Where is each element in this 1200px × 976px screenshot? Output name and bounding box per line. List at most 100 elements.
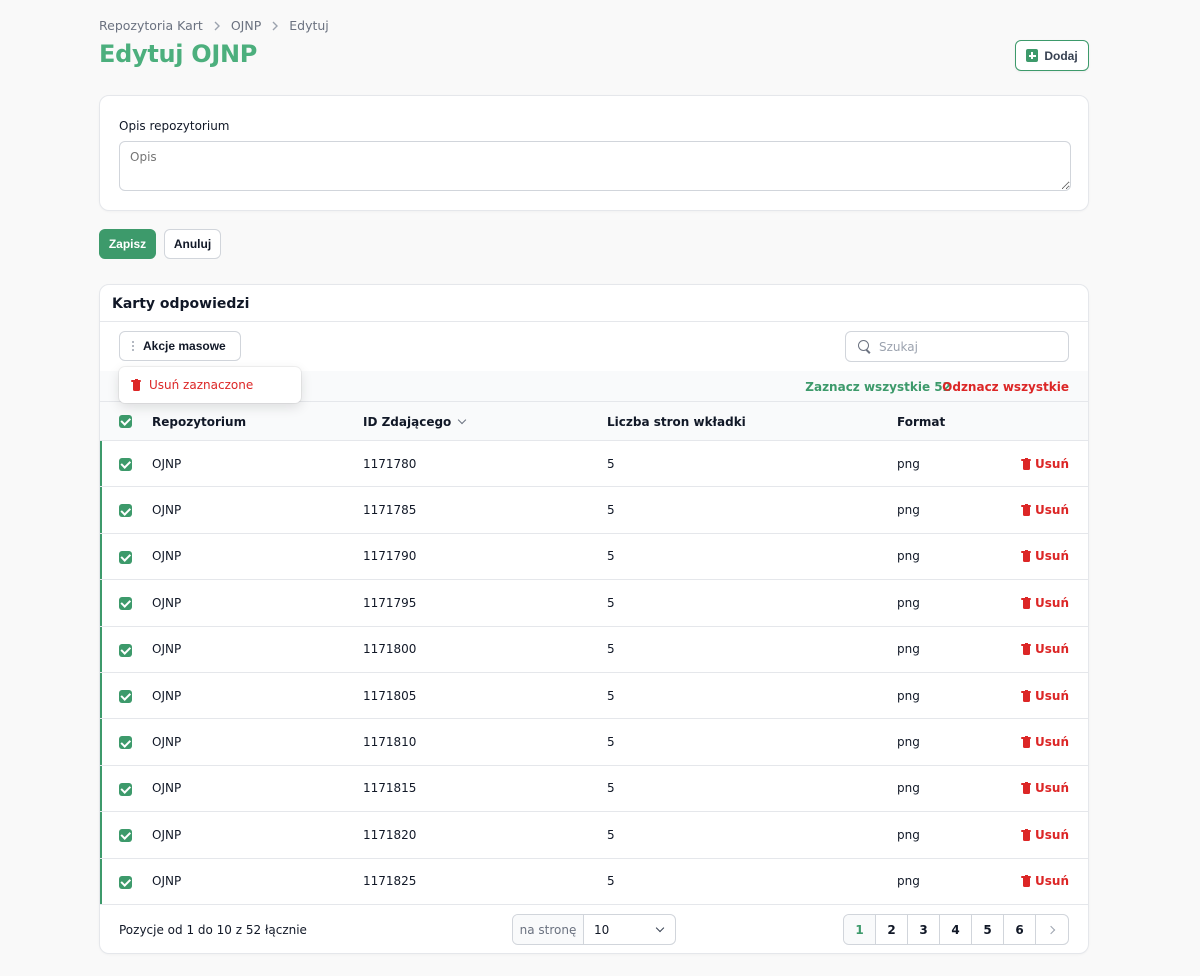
cell-format: png (897, 874, 920, 889)
add-button-label: Dodaj (1044, 48, 1078, 63)
table-row[interactable]: OJNP 1171820 5 png Usuń (100, 812, 1088, 859)
per-page-value[interactable]: 10 (584, 915, 675, 944)
cell-repository: OJNP (152, 642, 182, 657)
bulk-actions-button[interactable]: Akcje masowe (119, 331, 241, 361)
cell-format: png (897, 549, 920, 564)
cell-student-id: 1171790 (363, 549, 417, 564)
cell-student-id: 1171805 (363, 688, 417, 703)
select-all-link[interactable]: Zaznacz wszystkie 52 (805, 380, 951, 394)
page-button-4[interactable]: 4 (940, 915, 972, 944)
divider (100, 321, 1088, 322)
cell-format: png (897, 595, 920, 610)
cell-student-id: 1171825 (363, 874, 417, 889)
breadcrumb: Repozytoria Kart OJNP Edytuj (99, 18, 329, 33)
column-header-repository[interactable]: Repozytorium (152, 402, 246, 442)
table-footer: Pozycje od 1 do 10 z 52 łącznie na stron… (100, 905, 1088, 955)
next-page-chevron-icon[interactable] (1036, 915, 1068, 944)
cell-pages: 5 (607, 642, 615, 657)
cell-repository: OJNP (152, 688, 182, 703)
cell-format: png (897, 827, 920, 842)
deselect-all-link[interactable]: Odznacz wszystkie (942, 380, 1069, 394)
cell-repository: OJNP (152, 549, 182, 564)
cell-repository: OJNP (152, 456, 182, 471)
delete-selected-menu-item[interactable]: Usuń zaznaczone (149, 378, 253, 392)
cell-repository: OJNP (152, 827, 182, 842)
table-row[interactable]: OJNP 1171815 5 png Usuń (100, 765, 1088, 813)
row-checkbox[interactable] (119, 550, 132, 564)
cell-pages: 5 (607, 456, 615, 471)
description-textarea[interactable] (119, 141, 1071, 191)
delete-row-button[interactable]: Usuń (1021, 580, 1069, 625)
page-button-5[interactable]: 5 (972, 915, 1004, 944)
page-button-2[interactable]: 2 (876, 915, 908, 944)
search-icon (858, 340, 871, 353)
save-button[interactable]: Zapisz (99, 229, 156, 259)
delete-row-button[interactable]: Usuń (1021, 441, 1069, 486)
trash-icon (1021, 457, 1032, 470)
delete-row-button[interactable]: Usuń (1021, 673, 1069, 718)
delete-row-button[interactable]: Usuń (1021, 487, 1069, 532)
delete-row-button[interactable]: Usuń (1021, 859, 1069, 904)
cell-pages: 5 (607, 827, 615, 842)
row-checkbox[interactable] (119, 689, 132, 703)
table-row[interactable]: OJNP 1171795 5 png Usuń (100, 580, 1088, 627)
row-checkbox[interactable] (119, 597, 132, 611)
delete-row-button[interactable]: Usuń (1021, 812, 1069, 857)
page-button-3[interactable]: 3 (908, 915, 940, 944)
row-checkbox[interactable] (119, 504, 132, 518)
delete-row-button[interactable]: Usuń (1021, 627, 1069, 672)
column-header-format[interactable]: Format (897, 402, 945, 442)
cell-format: png (897, 456, 920, 471)
search-input[interactable] (879, 339, 1059, 354)
cell-repository: OJNP (152, 874, 182, 889)
row-checkbox[interactable] (119, 643, 132, 657)
cell-repository: OJNP (152, 503, 182, 518)
delete-row-label: Usuń (1035, 456, 1069, 471)
table-row[interactable]: OJNP 1171785 5 png Usuń (100, 487, 1088, 534)
add-button[interactable]: Dodaj (1015, 40, 1089, 71)
kebab-menu-icon (132, 341, 134, 351)
description-card: Opis repozytorium (99, 95, 1089, 211)
row-checkbox[interactable] (119, 782, 132, 796)
delete-row-button[interactable]: Usuń (1021, 766, 1069, 811)
delete-row-label: Usuń (1035, 874, 1069, 889)
breadcrumb-item-edit: Edytuj (289, 18, 329, 33)
table-row[interactable]: OJNP 1171825 5 png Usuń (100, 858, 1088, 905)
cell-student-id: 1171810 (363, 735, 417, 750)
cancel-button[interactable]: Anuluj (164, 229, 221, 259)
column-header-student-id[interactable]: ID Zdającego (363, 402, 467, 442)
page-button-6[interactable]: 6 (1004, 915, 1036, 944)
trash-icon (1021, 643, 1032, 656)
cell-repository: OJNP (152, 735, 182, 750)
cell-student-id: 1171820 (363, 827, 417, 842)
row-checkbox[interactable] (119, 736, 132, 750)
table-row[interactable]: OJNP 1171790 5 png Usuń (100, 533, 1088, 581)
cell-student-id: 1171785 (363, 503, 417, 518)
cell-pages: 5 (607, 735, 615, 750)
trash-icon (1021, 550, 1032, 563)
table-row[interactable]: OJNP 1171800 5 png Usuń (100, 626, 1088, 673)
cell-repository: OJNP (152, 781, 182, 796)
table-row[interactable]: OJNP 1171780 5 png Usuń (100, 441, 1088, 488)
delete-row-button[interactable]: Usuń (1021, 534, 1069, 579)
breadcrumb-item-ojnp[interactable]: OJNP (231, 18, 261, 33)
cell-pages: 5 (607, 781, 615, 796)
table-row[interactable]: OJNP 1171810 5 png Usuń (100, 719, 1088, 766)
page-button-1[interactable]: 1 (844, 915, 876, 944)
table-header: Repozytorium ID Zdającego Liczba stron w… (100, 401, 1088, 441)
delete-row-button[interactable]: Usuń (1021, 719, 1069, 764)
cell-format: png (897, 688, 920, 703)
row-checkbox[interactable] (119, 875, 132, 889)
sort-chevron-icon (458, 415, 467, 425)
trash-icon (1021, 782, 1032, 795)
search-box (845, 331, 1069, 362)
row-checkbox[interactable] (119, 458, 132, 471)
row-checkbox[interactable] (119, 829, 132, 843)
file-plus-icon (1026, 49, 1039, 62)
per-page-select[interactable]: na stronę 10 (512, 914, 676, 945)
column-header-pages[interactable]: Liczba stron wkładki (607, 402, 746, 442)
breadcrumb-item-repositories[interactable]: Repozytoria Kart (99, 18, 203, 33)
trash-icon (1021, 596, 1032, 609)
select-all-checkbox[interactable] (119, 415, 132, 428)
table-row[interactable]: OJNP 1171805 5 png Usuń (100, 672, 1088, 720)
